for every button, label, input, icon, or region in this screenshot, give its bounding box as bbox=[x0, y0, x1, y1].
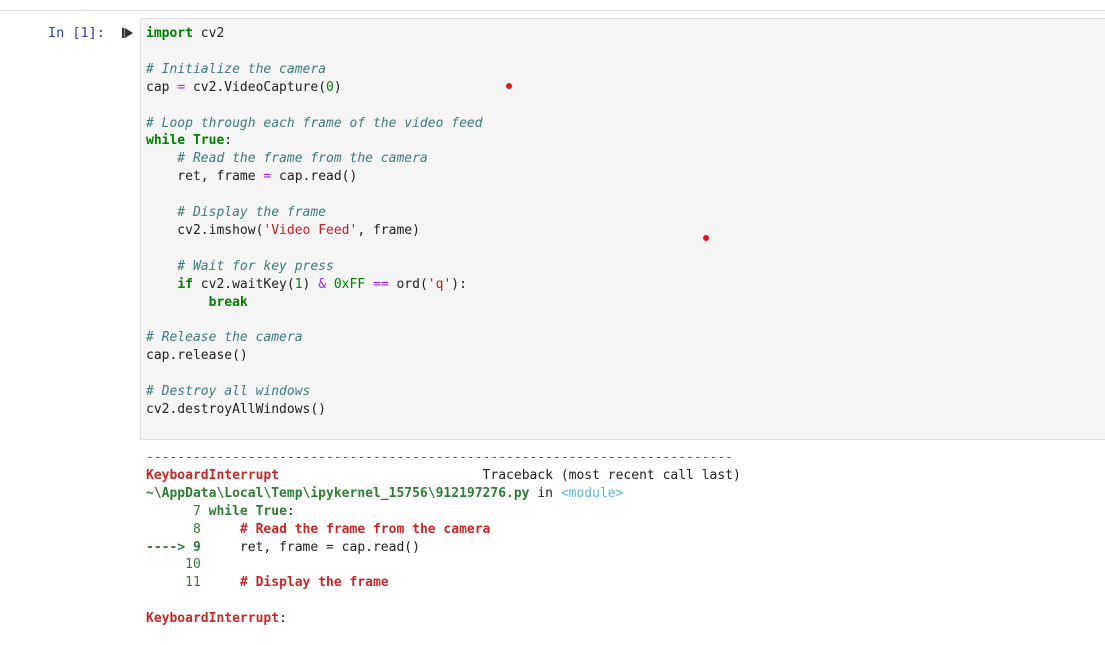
input-prompt: In [1]: bbox=[48, 25, 105, 41]
annotation-dot bbox=[506, 83, 512, 89]
traceback-header: Traceback (most recent call last) bbox=[279, 467, 741, 483]
code-comment: # Display the frame bbox=[146, 205, 327, 221]
traceback-token bbox=[248, 504, 256, 519]
code-comment: # Destroy all windows bbox=[146, 384, 311, 400]
code-operator: = bbox=[177, 79, 186, 95]
code-token: ord( bbox=[388, 276, 428, 292]
cell-top-divider bbox=[0, 10, 1105, 11]
code-string: 'Video Feed' bbox=[263, 222, 358, 238]
traceback-divider: ----------------------------------------… bbox=[146, 450, 733, 465]
traceback-module: <module> bbox=[560, 485, 624, 501]
code-operator: == bbox=[373, 276, 389, 292]
traceback-line-number: 7 bbox=[146, 503, 209, 519]
code-token: ret, frame bbox=[146, 169, 264, 185]
code-number: 0xFF bbox=[333, 276, 366, 292]
run-step-icon[interactable] bbox=[122, 27, 134, 39]
traceback-line-number: 10 bbox=[146, 557, 209, 573]
code-token: cap bbox=[146, 79, 178, 95]
code-token: cv2.waitKey( bbox=[192, 276, 295, 292]
code-token: cap.release() bbox=[146, 348, 248, 364]
code-keyword: True bbox=[192, 133, 225, 149]
code-token: : bbox=[224, 133, 233, 149]
code-token: ) bbox=[333, 79, 342, 95]
code-keyword: if bbox=[177, 276, 193, 292]
traceback-keyword: True bbox=[255, 503, 287, 519]
traceback-keyword: while bbox=[208, 503, 248, 519]
traceback-file-path: ~\AppData\Local\Temp\ipykernel_15756\912… bbox=[146, 485, 530, 501]
traceback-comment: # Display the frame bbox=[208, 575, 389, 591]
traceback-comment: # Read the frame from the camera bbox=[208, 521, 491, 537]
traceback-line-number: 8 bbox=[146, 521, 209, 537]
code-token: ) bbox=[302, 276, 319, 292]
traceback-in-text: in bbox=[529, 485, 561, 501]
code-token: cv2.imshow( bbox=[146, 222, 264, 238]
traceback-token: : bbox=[286, 503, 295, 519]
code-token: , frame) bbox=[357, 222, 420, 238]
code-keyword: while bbox=[146, 133, 186, 149]
code-token: ): bbox=[451, 276, 467, 292]
code-operator: & bbox=[318, 276, 327, 292]
traceback-final-error: KeyboardInterrupt bbox=[146, 611, 280, 627]
traceback-final-colon: : bbox=[279, 611, 287, 627]
code-comment: # Initialize the camera bbox=[146, 61, 327, 77]
code-comment: # Loop through each frame of the video f… bbox=[146, 115, 483, 131]
traceback-line-number: 11 bbox=[146, 575, 209, 591]
code-token: cv2 bbox=[192, 26, 225, 41]
code-input-area[interactable]: import cv2 # Initialize the camera cap =… bbox=[140, 18, 1105, 440]
traceback-code: ret, frame = cap.read() bbox=[208, 539, 420, 555]
code-comment: # Release the camera bbox=[146, 330, 303, 346]
code-number: 1 bbox=[294, 276, 303, 292]
code-editor[interactable]: import cv2 # Initialize the camera cap =… bbox=[146, 25, 483, 419]
traceback-error-name: KeyboardInterrupt bbox=[146, 467, 280, 483]
code-token: cv2.VideoCapture( bbox=[185, 79, 327, 95]
code-comment: # Read the frame from the camera bbox=[146, 151, 428, 167]
code-comment: # Wait for key press bbox=[146, 258, 334, 274]
code-keyword: break bbox=[208, 294, 248, 310]
traceback-output: ----------------------------------------… bbox=[146, 449, 741, 628]
code-string: 'q' bbox=[427, 276, 452, 292]
code-token: import bbox=[146, 26, 193, 41]
code-number: 0 bbox=[326, 79, 334, 95]
traceback-current-line-arrow: ----> 9 bbox=[146, 539, 209, 555]
annotation-dot bbox=[703, 235, 709, 241]
code-token: cv2.destroyAllWindows() bbox=[146, 402, 327, 418]
code-token: cap.read() bbox=[271, 169, 358, 185]
